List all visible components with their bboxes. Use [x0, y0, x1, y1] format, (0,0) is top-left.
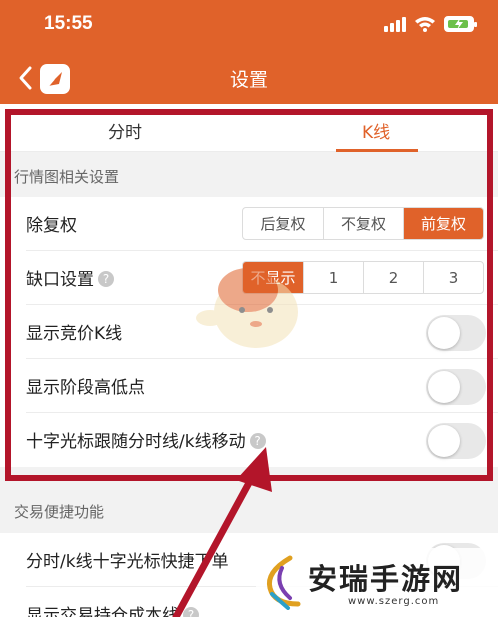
row-adjustment: 除复权 后复权 不复权 前复权 — [0, 197, 498, 251]
wifi-icon — [415, 17, 435, 32]
row-label-stage-high-low: 显示阶段高低点 — [26, 378, 145, 398]
status-bar: 15:55 — [0, 0, 498, 52]
gap-segmented-control: 不显示 1 2 3 — [242, 261, 484, 294]
adjustment-segmented-control: 后复权 不复权 前复权 — [242, 207, 484, 240]
help-icon[interactable]: ? — [98, 271, 114, 287]
signal-icon — [384, 16, 406, 32]
option-gap-hide[interactable]: 不显示 — [243, 262, 303, 293]
row-stage-high-low: 显示阶段高低点 — [0, 359, 498, 413]
auction-kline-toggle[interactable] — [426, 315, 486, 351]
nav-bar: 设置 — [0, 52, 498, 104]
status-icons — [384, 14, 477, 34]
row-label-auction-kline: 显示竞价K线 — [26, 324, 123, 344]
row-label-adjustment: 除复权 — [26, 216, 77, 236]
row-label-quick-order: 分时/k线十字光标快捷下单 — [26, 552, 229, 572]
section-header-trade-shortcuts: 交易便捷功能 — [14, 503, 105, 521]
option-gap-1[interactable]: 1 — [303, 262, 363, 293]
watermark-url: www.szerg.com — [348, 596, 440, 607]
row-label-position-cost: 显示交易持仓成本线? — [26, 601, 199, 617]
row-crosshair-follow: 十字光标跟随分时线/k线移动? — [0, 413, 498, 467]
stage-high-low-toggle[interactable] — [426, 369, 486, 405]
option-forward-adjusted[interactable]: 前复权 — [403, 208, 483, 239]
tab-bar: 分时 K线 — [0, 104, 498, 152]
section-header-chart-settings: 行情图相关设置 — [14, 168, 120, 186]
help-icon[interactable]: ? — [183, 607, 199, 617]
option-back-adjusted[interactable]: 后复权 — [243, 208, 323, 239]
help-icon[interactable]: ? — [249, 433, 266, 449]
row-label-gap: 缺口设置? — [26, 265, 114, 290]
row-auction-kline: 显示竞价K线 — [0, 305, 498, 359]
active-tab-indicator — [336, 149, 418, 152]
option-unadjusted[interactable]: 不复权 — [323, 208, 403, 239]
tab-kline[interactable]: K线 — [362, 118, 390, 143]
option-gap-3[interactable]: 3 — [423, 262, 483, 293]
watermark-name: 安瑞手游网 — [308, 562, 464, 596]
watermark-logo-icon — [266, 555, 301, 610]
battery-icon — [444, 16, 477, 32]
row-label-crosshair-follow: 十字光标跟随分时线/k线移动? — [26, 427, 266, 452]
page-title: 设置 — [229, 69, 268, 91]
tab-fenshi[interactable]: 分时 — [108, 118, 142, 143]
crosshair-follow-toggle[interactable] — [426, 423, 486, 459]
status-time: 15:55 — [44, 13, 93, 34]
row-gap-setting: 缺口设置? 不显示 1 2 3 — [0, 251, 498, 305]
option-gap-2[interactable]: 2 — [363, 262, 423, 293]
site-watermark: 安瑞手游网 www.szerg.com — [256, 548, 498, 617]
